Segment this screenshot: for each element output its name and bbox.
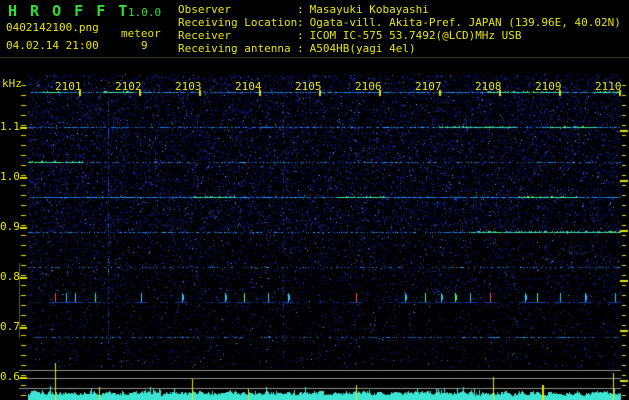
- info-label: Receiver: [178, 29, 231, 42]
- info-value: Masayuki Kobayashi: [309, 3, 429, 16]
- info-separator: :: [297, 16, 304, 29]
- time-tick-label: 2108: [475, 80, 502, 93]
- info-value: A504HB(yagi 4el): [309, 42, 416, 55]
- time-tick-label: 2105: [295, 80, 322, 93]
- echo-count: 9: [141, 39, 148, 52]
- time-tick-label: 2101: [55, 80, 82, 93]
- info-label: Observer: [178, 3, 231, 16]
- time-tick-label: 2106: [355, 80, 382, 93]
- station-info-row: Observer: Masayuki Kobayashi: [178, 3, 621, 16]
- info-separator: :: [297, 42, 304, 55]
- filename-label: 0402142100.png: [6, 21, 99, 34]
- time-tick-label: 2109: [535, 80, 562, 93]
- info-value: ICOM IC-575 53.7492(@LCD)MHz USB: [309, 29, 522, 42]
- station-info-row: Receiving Location: Ogata-vill. Akita-Pre…: [178, 16, 621, 29]
- hrofft-screen: H R O F F T 1.0.0 0402142100.png meteor …: [0, 0, 629, 400]
- app-title: H R O F F T: [8, 2, 130, 20]
- info-label: Receiving antenna: [178, 42, 291, 55]
- station-info-row: Receiver: ICOM IC-575 53.7492(@LCD)MHz US…: [178, 29, 621, 42]
- freq-tick-label: 0.8: [0, 270, 20, 283]
- freq-axis-unit: kHz: [2, 77, 22, 90]
- freq-tick-label: 0.7: [0, 320, 20, 333]
- freq-tick-label: 1.0: [0, 170, 20, 183]
- time-tick-label: 2102: [115, 80, 142, 93]
- time-tick-label: 2104: [235, 80, 262, 93]
- time-tick-label: 2107: [415, 80, 442, 93]
- freq-tick-label: 0.6: [0, 370, 20, 383]
- info-label: Receiving Location: [178, 16, 298, 29]
- info-value: Ogata-vill. Akita-Pref. JAPAN (139.96E, …: [309, 16, 621, 29]
- freq-tick-label: 0.9: [0, 220, 20, 233]
- time-tick-label: 2110: [595, 80, 622, 93]
- mode-label: meteor: [121, 27, 161, 40]
- app-version: 1.0.0: [128, 6, 162, 19]
- datetime-label: 04.02.14 21:00: [6, 39, 99, 52]
- time-tick-label: 2103: [175, 80, 202, 93]
- info-separator: :: [297, 29, 304, 42]
- freq-tick-label: 1.1: [0, 120, 20, 133]
- station-info-row: Receiving antenna: A504HB(yagi 4el): [178, 42, 621, 55]
- spectrogram-canvas: [0, 0, 629, 400]
- info-separator: :: [297, 3, 304, 16]
- station-info: Observer: Masayuki Kobayashi Receiving Loc…: [178, 3, 621, 55]
